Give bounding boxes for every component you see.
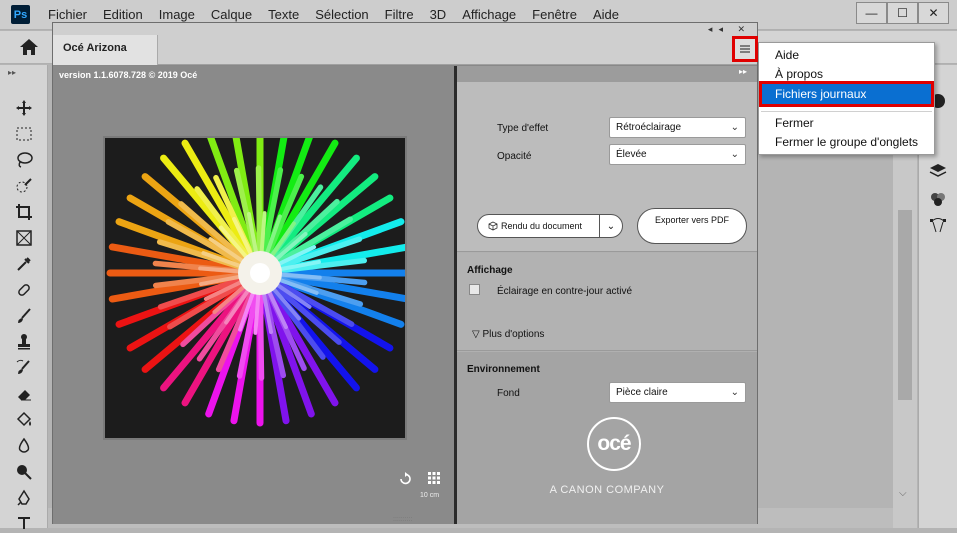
maximize-button[interactable]: ☐: [887, 2, 918, 24]
background-label: Fond: [497, 388, 520, 399]
paths-panel-icon[interactable]: [927, 215, 949, 237]
blur-tool-icon[interactable]: [12, 435, 36, 457]
menu-separator: [761, 111, 932, 112]
stamp-tool-icon[interactable]: [12, 331, 36, 353]
menu-item-aide[interactable]: Aide: [775, 46, 799, 64]
opacity-label: Opacité: [497, 151, 532, 162]
effect-type-select[interactable]: Rétroéclairage ⌄: [609, 117, 746, 138]
paint-bucket-tool-icon[interactable]: [12, 409, 36, 431]
menu-item-fermer[interactable]: Fermer: [775, 114, 814, 132]
marquee-tool-icon[interactable]: [12, 123, 36, 145]
preview-area: version 1.1.6078.728 © 2019 Océ 10 cm: [53, 66, 454, 524]
close-button[interactable]: ✕: [918, 2, 949, 24]
render-dropdown-chevron-icon[interactable]: ⌄: [600, 221, 622, 232]
effect-section: Type d'effet Rétroéclairage ⌄ Opacité Él…: [457, 82, 757, 252]
flower-preview-image: [103, 136, 407, 440]
opacity-value: Élevée: [616, 149, 647, 160]
type-tool-icon[interactable]: [12, 511, 36, 533]
panel-tab-title[interactable]: Océ Arizona Xpert: [53, 35, 158, 80]
panel-header: Océ Arizona Xpert ◂◂ ✕: [53, 23, 758, 80]
scroll-down-icon[interactable]: ⌵: [899, 488, 907, 499]
oce-logo: océ: [587, 417, 641, 471]
eyedropper-tool-icon[interactable]: [12, 253, 36, 275]
cube-icon: [488, 221, 498, 231]
dodge-tool-icon[interactable]: [12, 461, 36, 483]
chevron-down-icon: ⌄: [730, 122, 739, 133]
chevron-down-icon: ⌄: [730, 149, 739, 160]
history-brush-tool-icon[interactable]: [12, 357, 36, 379]
brush-tool-icon[interactable]: [12, 305, 36, 327]
panel-context-menu: Aide À propos Fichiers journaux Fermer F…: [758, 42, 935, 155]
canon-company-text: A CANON COMPANY: [549, 484, 665, 496]
effect-type-value: Rétroéclairage: [616, 122, 682, 133]
background-value: Pièce claire: [616, 387, 668, 398]
rotate-icon[interactable]: [398, 472, 412, 489]
panel-menu-button[interactable]: [732, 36, 758, 62]
quick-selection-tool-icon[interactable]: [12, 175, 36, 197]
opacity-select[interactable]: Élevée ⌄: [609, 144, 746, 165]
home-icon[interactable]: [18, 37, 40, 57]
hamburger-icon: [740, 45, 750, 53]
scrollbar-thumb[interactable]: [898, 210, 912, 400]
menu-item-fichiers-journaux[interactable]: Fichiers journaux: [762, 84, 931, 104]
render-document-button[interactable]: Rendu du document ⌄: [477, 214, 623, 238]
display-section: Affichage Éclairage en contre-jour activ…: [457, 253, 757, 351]
healing-brush-tool-icon[interactable]: [12, 279, 36, 301]
move-tool-icon[interactable]: [12, 97, 36, 119]
frame-tool-icon[interactable]: [12, 227, 36, 249]
effect-type-label: Type d'effet: [497, 123, 549, 134]
toolbar-collapse-icon[interactable]: ▸▸: [8, 68, 16, 77]
crop-tool-icon[interactable]: [12, 201, 36, 223]
settings-topbar: ▸▸: [457, 66, 757, 82]
grid-icon[interactable]: [428, 472, 440, 487]
panel-resize-handle[interactable]: ::::::::::: [393, 516, 412, 523]
settings-area: ▸▸ Type d'effet Rétroéclairage ⌄ Opacité…: [457, 66, 757, 524]
chevron-down-icon: ⌄: [730, 387, 739, 398]
environment-section: Environnement Fond Pièce claire ⌄ océ A …: [457, 352, 757, 524]
layers-panel-icon[interactable]: [927, 160, 949, 182]
menu-item-fichiers-journaux-highlight: Fichiers journaux: [759, 81, 934, 107]
oce-arizona-xpert-panel: Océ Arizona Xpert ◂◂ ✕ version 1.1.6078.…: [52, 22, 758, 524]
lasso-tool-icon[interactable]: [12, 149, 36, 171]
channels-panel-icon[interactable]: [927, 188, 949, 210]
environment-section-title: Environnement: [467, 364, 540, 375]
triangle-down-icon: ▽: [472, 329, 483, 340]
settings-collapse-icon[interactable]: ▸▸: [739, 67, 747, 76]
backlight-checkbox[interactable]: [469, 284, 480, 295]
pen-tool-icon[interactable]: [12, 487, 36, 509]
more-options-toggle[interactable]: ▽ Plus d'options: [472, 329, 544, 340]
window-controls: — ☐ ✕: [856, 2, 949, 24]
tools-panel: ▸▸: [0, 65, 48, 529]
photoshop-logo-icon[interactable]: Ps: [11, 5, 30, 24]
eraser-tool-icon[interactable]: [12, 383, 36, 405]
menu-item-fermer-groupe-onglets[interactable]: Fermer le groupe d'onglets: [775, 133, 918, 151]
display-section-title: Affichage: [467, 265, 513, 276]
version-text: version 1.1.6078.728 © 2019 Océ: [59, 70, 198, 80]
render-document-label: Rendu du document: [501, 221, 583, 231]
panel-collapse-close-icons[interactable]: ◂◂ ✕: [708, 24, 751, 35]
backlight-checkbox-label: Éclairage en contre-jour activé: [497, 286, 633, 297]
background-select[interactable]: Pièce claire ⌄: [609, 382, 746, 403]
minimize-button[interactable]: —: [856, 2, 887, 24]
export-pdf-button[interactable]: Exporter vers PDF: [637, 208, 747, 244]
preview-scale-text: 10 cm: [420, 492, 440, 499]
